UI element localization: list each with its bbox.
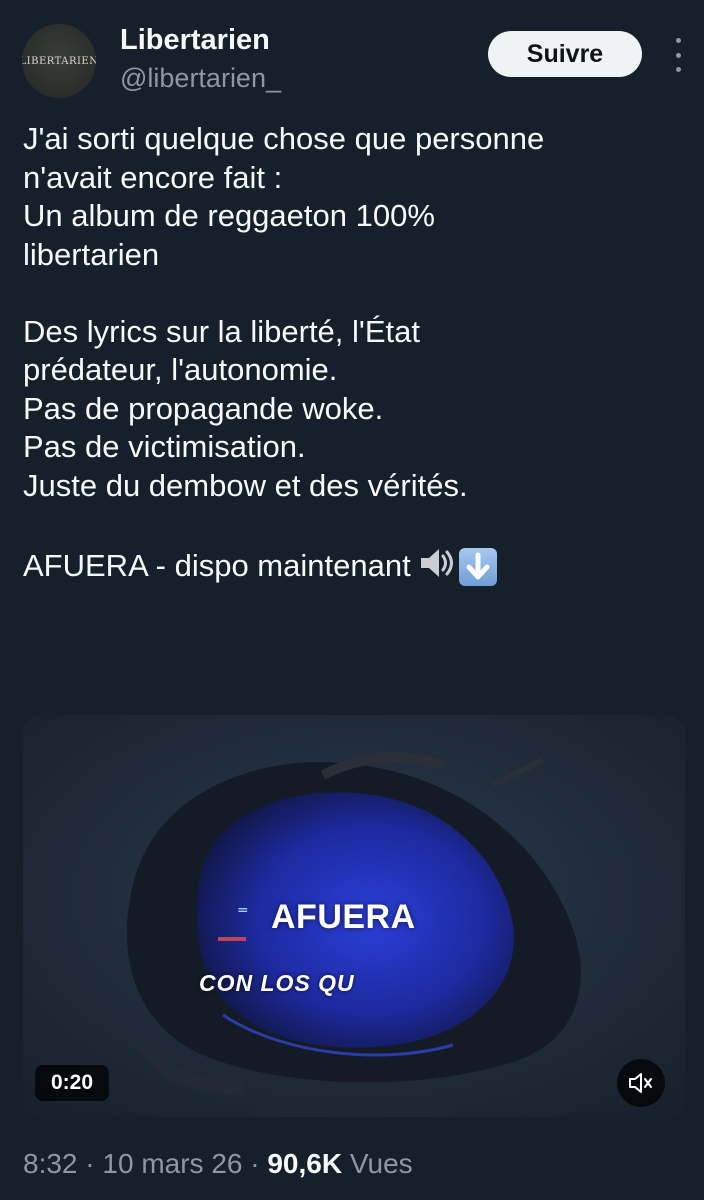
- tweet-text: J'ai sorti quelque chose que personne n'…: [23, 120, 683, 591]
- down-arrow-icon: [458, 548, 497, 587]
- user-handle[interactable]: @libertarien_: [120, 62, 281, 94]
- more-dot: [675, 38, 681, 43]
- views-count[interactable]: 90,6K: [267, 1148, 342, 1179]
- sparkle-icon: ⁼: [237, 901, 249, 926]
- video-player[interactable]: ⁼ AFUERA CON LOS QU 0:20: [23, 715, 685, 1117]
- speaker-loud-icon: [417, 544, 457, 592]
- more-dot: [675, 67, 681, 72]
- more-vertical-icon[interactable]: [664, 38, 692, 72]
- muted-speaker-icon[interactable]: [617, 1059, 665, 1107]
- tweet-line: n'avait encore fait :: [23, 159, 283, 195]
- meta-separator: ·: [85, 1148, 95, 1179]
- meta-separator: ·: [250, 1148, 260, 1179]
- avatar[interactable]: LIBERTARIEN: [22, 24, 96, 98]
- tweet-line: Un album de reggaeton 100%: [23, 198, 435, 233]
- tweet-line: Pas de propagande woke.: [23, 390, 384, 426]
- tweet-date[interactable]: 10 mars 26: [102, 1148, 242, 1179]
- views-label: Vues: [349, 1148, 413, 1179]
- tweet-page: LIBERTARIEN Libertarien @libertarien_ Su…: [0, 0, 704, 1200]
- tweet-line: prédateur, l'autonomie.: [23, 352, 338, 387]
- tweet-line: libertarien: [23, 236, 160, 272]
- tweet-time[interactable]: 8:32: [23, 1148, 78, 1179]
- tweet-line-last: AFUERA - dispo maintenant: [23, 544, 683, 592]
- follow-button[interactable]: Suivre: [488, 31, 642, 77]
- tweet-line: Pas de victimisation.: [23, 429, 306, 464]
- avatar-logo-text: LIBERTARIEN: [22, 55, 96, 67]
- tweet-line: Juste du dembow et des vérités.: [23, 467, 468, 503]
- video-overlay-title: AFUERA: [271, 898, 416, 936]
- tweet-line: AFUERA - dispo maintenant: [23, 547, 411, 583]
- display-name[interactable]: Libertarien: [120, 24, 270, 56]
- video-overlay-subtitle: CON LOS QU: [199, 970, 355, 996]
- video-duration-badge: 0:20: [35, 1065, 109, 1101]
- tweet-meta: 8:32 · 10 mars 26 · 90,6K Vues: [23, 1146, 413, 1182]
- tweet-line: Des lyrics sur la liberté, l'État: [23, 313, 420, 349]
- tweet-line: J'ai sorti quelque chose que personne: [23, 121, 545, 156]
- more-dot: [675, 52, 681, 58]
